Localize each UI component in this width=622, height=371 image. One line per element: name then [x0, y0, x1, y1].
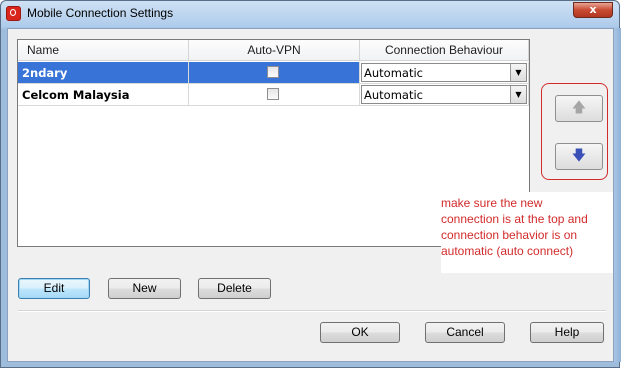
connection-name: 2ndary — [22, 66, 68, 80]
grid-header: Name Auto-VPN Connection Behaviour — [18, 40, 529, 62]
chevron-down-icon[interactable]: ▼ — [510, 64, 526, 81]
chevron-down-icon[interactable]: ▼ — [510, 86, 526, 103]
edit-button[interactable]: Edit — [18, 278, 90, 299]
arrow-up-icon: 🡅 — [571, 100, 587, 116]
connection-behaviour-select[interactable]: Automatic ▼ — [361, 63, 527, 82]
cell-auto-vpn — [189, 62, 360, 84]
connection-behaviour-select[interactable]: Automatic ▼ — [361, 85, 527, 104]
close-button[interactable]: x — [573, 2, 613, 18]
ok-button[interactable]: OK — [320, 322, 400, 343]
cell-name[interactable]: Celcom Malaysia — [18, 84, 189, 106]
new-button[interactable]: New — [108, 278, 181, 299]
auto-vpn-checkbox[interactable] — [267, 88, 279, 100]
combo-value: Automatic — [364, 88, 423, 102]
divider — [18, 310, 606, 312]
connection-name: Celcom Malaysia — [22, 88, 130, 102]
cell-auto-vpn — [189, 84, 360, 106]
table-row-celcom-malaysia[interactable]: Celcom Malaysia Automatic ▼ — [18, 84, 529, 106]
delete-button[interactable]: Delete — [198, 278, 271, 299]
combo-value: Automatic — [364, 66, 423, 80]
annotation-line: connection is at the top and — [441, 212, 588, 226]
annotation-line: make sure the new — [441, 196, 543, 210]
auto-vpn-checkbox[interactable] — [267, 66, 279, 78]
cell-behaviour: Automatic ▼ — [360, 84, 529, 106]
instruction-annotation: make sure the new connection is at the t… — [441, 192, 613, 273]
window-title: Mobile Connection Settings — [27, 6, 174, 20]
column-header-auto-vpn[interactable]: Auto-VPN — [189, 40, 360, 61]
vodafone-app-icon — [6, 6, 21, 21]
column-header-connection-behaviour[interactable]: Connection Behaviour — [360, 40, 529, 61]
mobile-connection-settings-window: Mobile Connection Settings x Name Auto-V… — [0, 0, 621, 368]
table-row-2ndary[interactable]: 2ndary Automatic ▼ — [18, 62, 529, 84]
window-frame-edge — [614, 28, 621, 362]
reorder-highlight-box: 🡅 🡇 — [541, 83, 608, 180]
cell-name[interactable]: 2ndary — [18, 62, 189, 84]
dialog-client-area: Name Auto-VPN Connection Behaviour 2ndar… — [7, 28, 614, 362]
arrow-down-icon: 🡇 — [571, 148, 587, 164]
move-down-button[interactable]: 🡇 — [555, 143, 603, 170]
title-bar[interactable]: Mobile Connection Settings x — [1, 1, 619, 27]
annotation-line: connection behavior is on — [441, 228, 578, 242]
cancel-button[interactable]: Cancel — [425, 322, 505, 343]
move-up-button[interactable]: 🡅 — [555, 95, 603, 122]
help-button[interactable]: Help — [530, 322, 604, 343]
annotation-line: automatic (auto connect) — [441, 244, 574, 258]
cell-behaviour: Automatic ▼ — [360, 62, 529, 84]
column-header-name[interactable]: Name — [18, 40, 189, 61]
